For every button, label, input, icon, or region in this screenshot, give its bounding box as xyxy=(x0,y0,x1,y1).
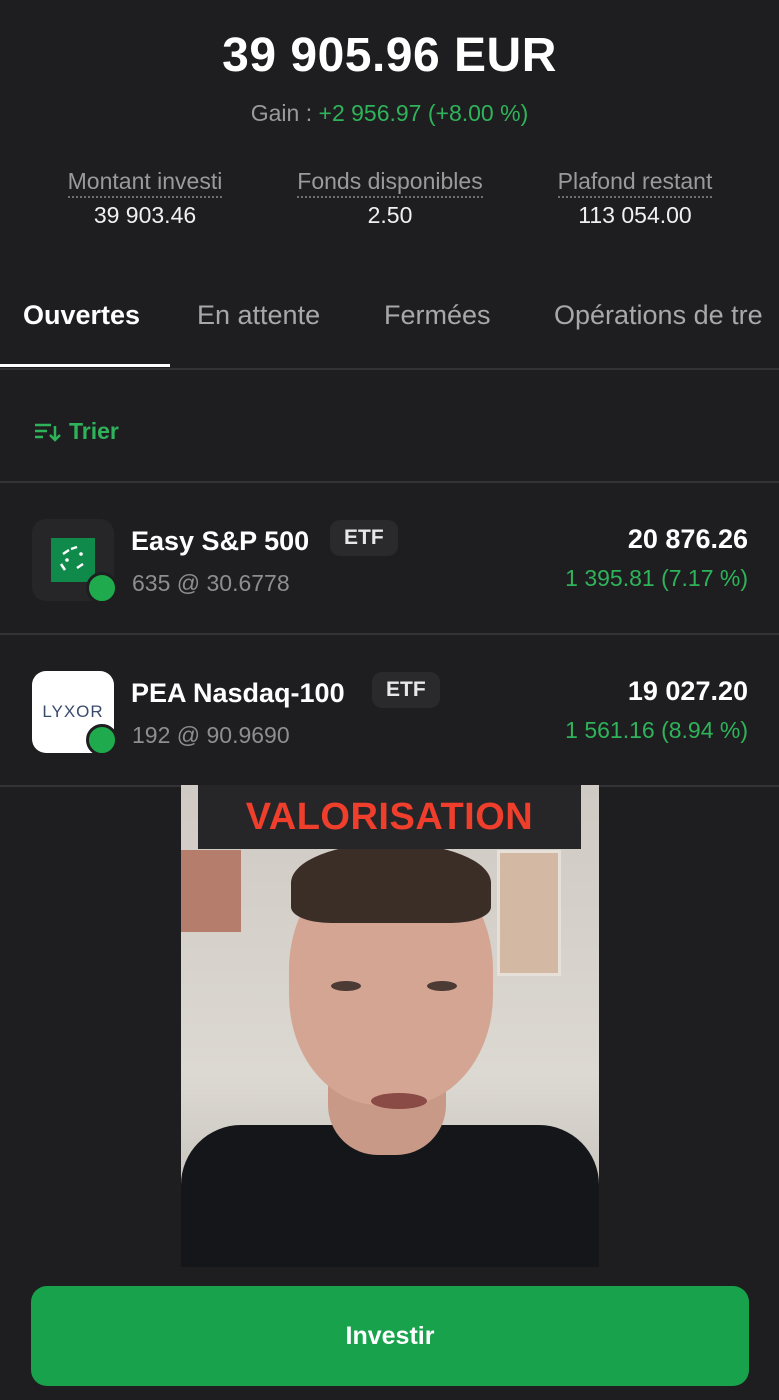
position-performance: 1 561.16 (8.94 %) xyxy=(565,717,748,743)
sort-button[interactable]: Trier xyxy=(33,418,119,445)
stat-available-funds[interactable]: Fonds disponibles 2.50 xyxy=(270,168,510,229)
presenter-eye-left xyxy=(331,981,361,991)
position-name: Easy S&P 500 xyxy=(131,526,310,556)
position-amount: 20 876.26 xyxy=(627,524,748,554)
presenter-hair xyxy=(291,843,491,923)
position-name: PEA Nasdaq-100 xyxy=(131,678,345,708)
active-tab-indicator xyxy=(0,364,170,367)
lyxor-logo-text: LYXOR xyxy=(42,702,104,721)
tab-pending[interactable]: En attente xyxy=(197,300,320,331)
invest-button[interactable]: Investir xyxy=(31,1286,749,1386)
position-quantity: 635 @ 30.6778 xyxy=(132,570,290,596)
etf-badge: ETF xyxy=(372,672,440,708)
status-dot xyxy=(86,724,118,756)
presenter-mouth xyxy=(371,1093,427,1109)
total-value: 39 905.96 EUR xyxy=(222,29,557,82)
portfolio-summary: 39 905.96 EUR Gain : +2 956.97 (+8.00 %)… xyxy=(0,0,779,260)
gain-line: Gain : +2 956.97 (+8.00 %) xyxy=(0,100,779,127)
stat-invested[interactable]: Montant investi 39 903.46 xyxy=(25,168,265,229)
gain-label: Gain : xyxy=(250,100,313,126)
stat-available-funds-value: 2.50 xyxy=(367,202,413,228)
status-dot xyxy=(86,572,118,604)
logo-square xyxy=(51,538,95,582)
stars-icon xyxy=(59,545,84,571)
position-quantity: 192 @ 90.9690 xyxy=(132,722,290,748)
etf-badge: ETF xyxy=(330,520,398,556)
sort-label: Trier xyxy=(69,418,119,444)
position-row-sp500[interactable]: Easy S&P 500 ETF 635 @ 30.6778 20 876.26… xyxy=(0,481,779,633)
stat-remaining-cap[interactable]: Plafond restant 113 054.00 xyxy=(515,168,755,229)
position-performance: 1 395.81 (7.17 %) xyxy=(565,565,748,591)
tab-open[interactable]: Ouvertes xyxy=(23,300,140,331)
gain-value: +2 956.97 (+8.00 %) xyxy=(318,100,529,126)
valorisation-banner: VALORISATION xyxy=(198,785,581,849)
position-tabs: Ouvertes En attente Fermées Opérations d… xyxy=(0,282,779,370)
stat-remaining-cap-label: Plafond restant xyxy=(557,168,713,198)
sort-icon xyxy=(35,423,61,442)
stat-invested-value: 39 903.46 xyxy=(93,202,197,228)
tab-operations[interactable]: Opérations de tre xyxy=(554,300,763,331)
stat-invested-label: Montant investi xyxy=(67,168,223,198)
wall-art-right xyxy=(497,850,561,976)
presenter-video-overlay xyxy=(181,785,599,1267)
wall-art-left xyxy=(181,850,241,932)
position-row-nasdaq[interactable]: LYXOR PEA Nasdaq-100 ETF 192 @ 90.9690 1… xyxy=(0,633,779,785)
position-amount: 19 027.20 xyxy=(627,676,748,706)
tab-closed[interactable]: Fermées xyxy=(384,300,491,331)
presenter-eye-right xyxy=(427,981,457,991)
banner-text: VALORISATION xyxy=(245,795,534,838)
stat-remaining-cap-value: 113 054.00 xyxy=(578,202,692,228)
stat-available-funds-label: Fonds disponibles xyxy=(297,168,483,198)
